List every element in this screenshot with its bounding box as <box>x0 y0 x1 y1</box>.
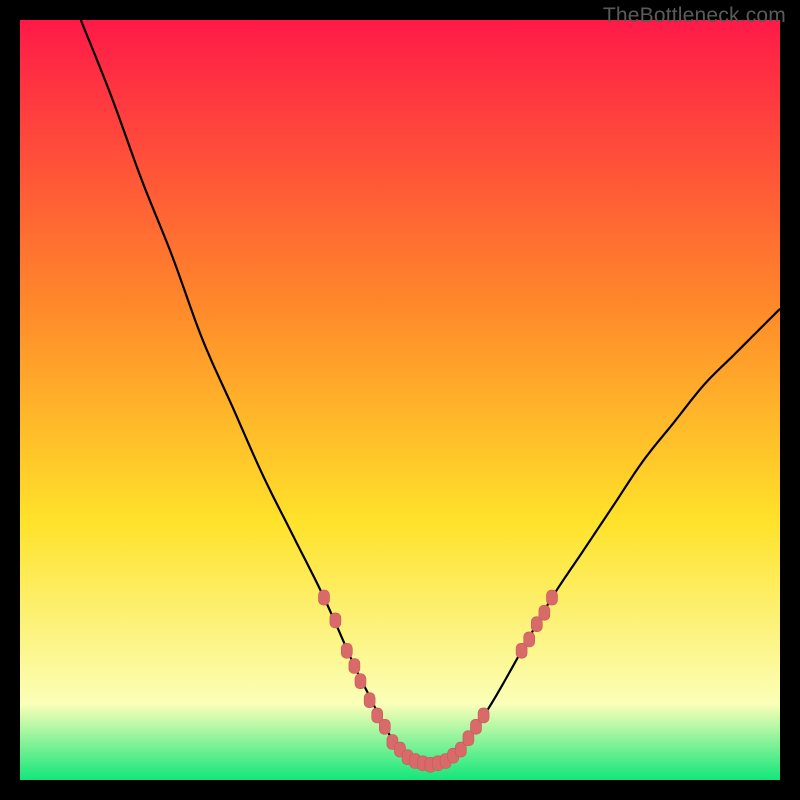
data-marker <box>478 708 489 723</box>
data-marker <box>379 719 390 734</box>
data-marker <box>524 632 535 647</box>
chart-svg <box>20 20 780 780</box>
watermark-text: TheBottleneck.com <box>603 4 786 28</box>
data-marker <box>539 605 550 620</box>
data-marker <box>330 613 341 628</box>
data-marker <box>341 643 352 658</box>
data-marker <box>547 590 558 605</box>
data-marker <box>364 693 375 708</box>
chart-background-gradient <box>20 20 780 780</box>
data-marker <box>319 590 330 605</box>
data-marker <box>355 674 366 689</box>
chart-plot-area <box>20 20 780 780</box>
data-marker <box>349 659 360 674</box>
